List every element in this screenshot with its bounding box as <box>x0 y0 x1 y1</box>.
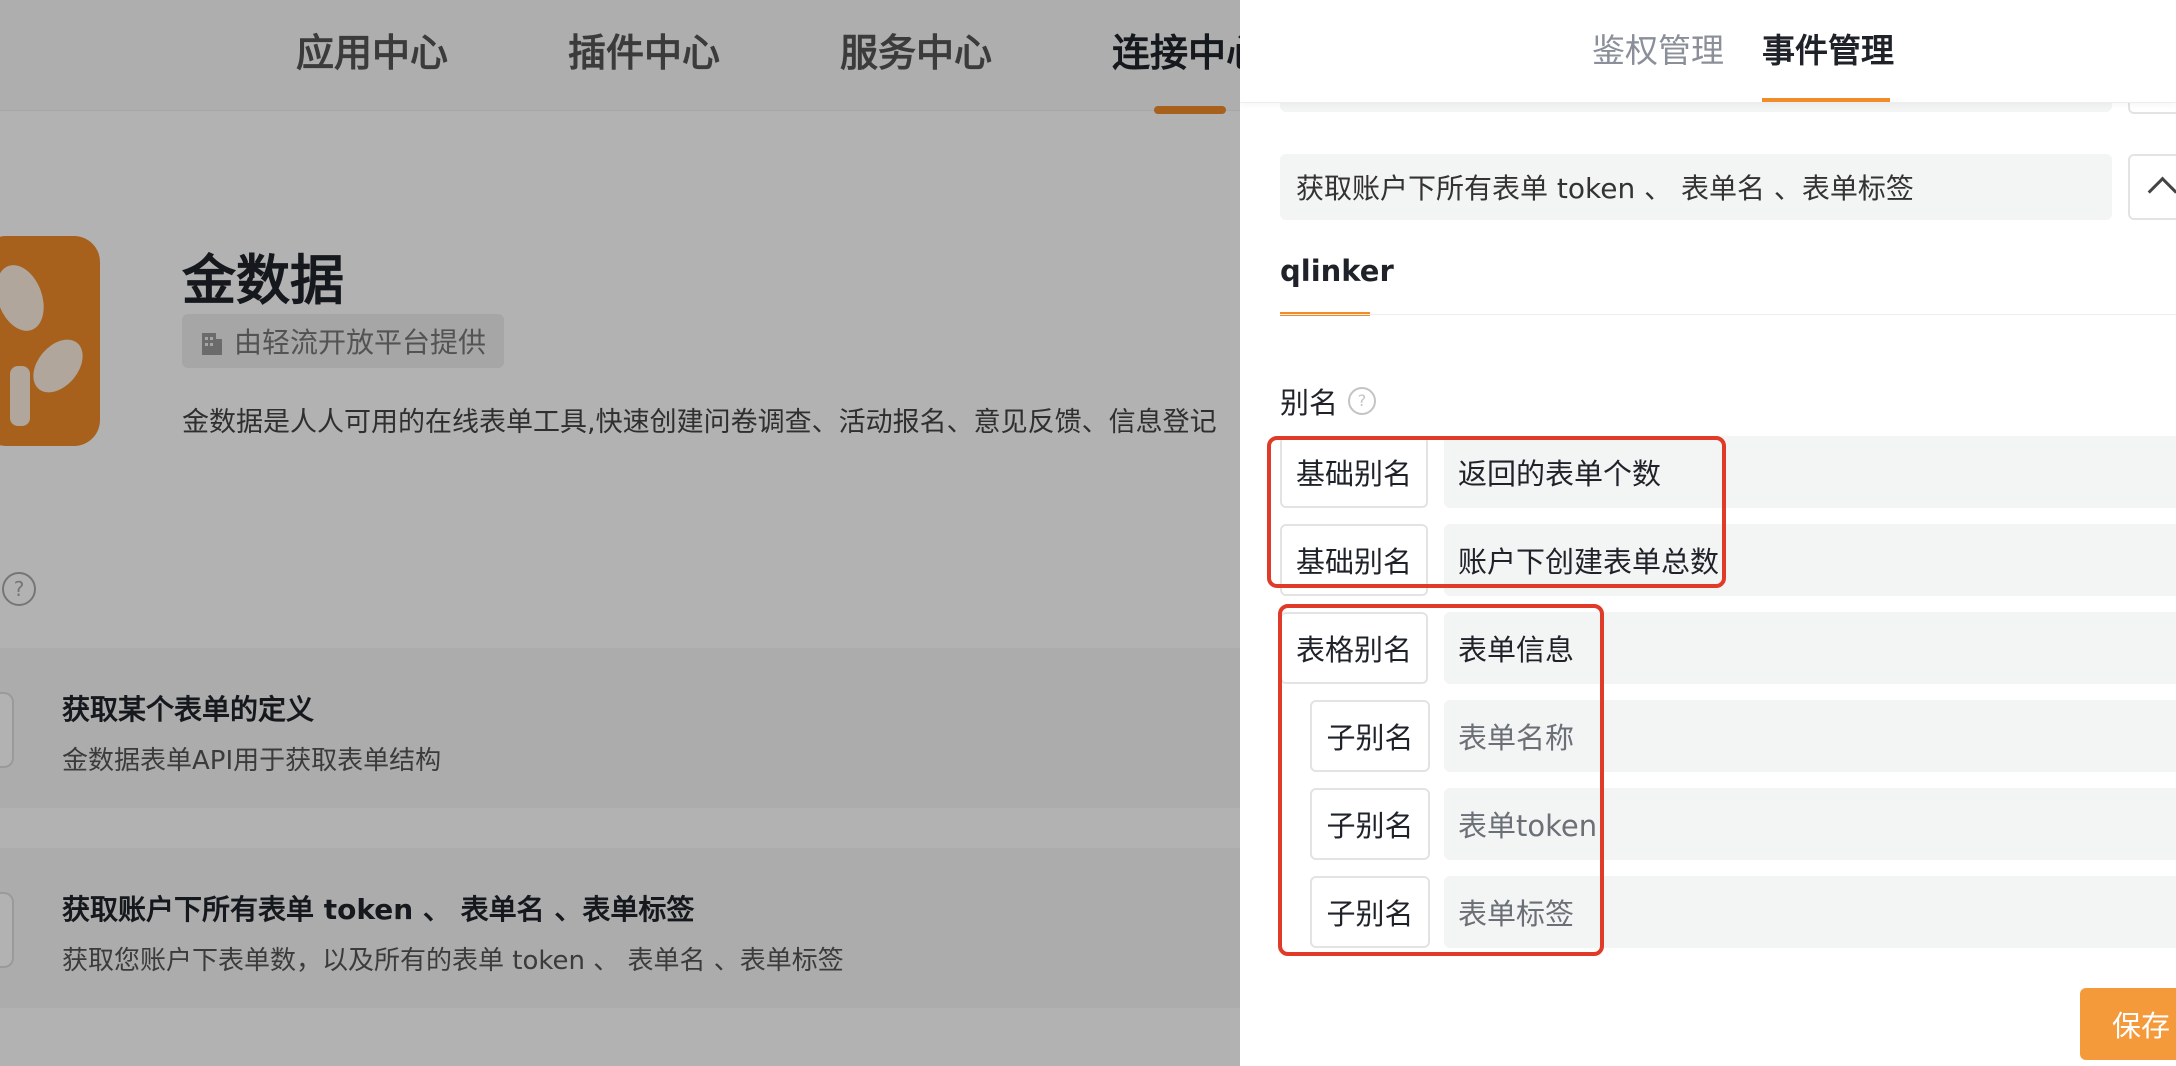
drawer-header: 鉴权管理 事件管理 <box>1240 0 2176 103</box>
alias-type-chip[interactable]: 子别名 <box>1310 788 1430 860</box>
event-name-field[interactable]: 获取账户下所有表单 token 、 表单名 、表单标签 <box>1280 154 2112 220</box>
question-icon[interactable]: ? <box>1348 387 1377 415</box>
alias-type-chip[interactable]: 子别名 <box>1310 700 1430 772</box>
alias-value-input[interactable]: 表单token <box>1444 788 2176 860</box>
alias-row: 基础别名 返回的表单个数 <box>0 436 2176 508</box>
save-button[interactable]: 保存 <box>2080 988 2176 1060</box>
alias-label-text: 别名 <box>1280 386 1339 420</box>
alias-row: 表格别名 表单信息 <box>0 612 2176 684</box>
alias-value-input[interactable]: 返回的表单个数 <box>1444 436 2176 508</box>
alias-type-chip[interactable]: 基础别名 <box>1280 524 1428 596</box>
tab-auth-management[interactable]: 鉴权管理 <box>1592 24 1724 72</box>
collapse-button[interactable] <box>2128 154 2176 220</box>
alias-type-chip[interactable]: 基础别名 <box>1280 436 1428 508</box>
alias-row: 基础别名 账户下创建表单总数 <box>0 524 2176 596</box>
alias-row: 子别名 表单标签 <box>0 876 2176 948</box>
alias-row: 子别名 表单token <box>0 788 2176 860</box>
alias-row: 子别名 表单名称 <box>0 700 2176 772</box>
alias-type-chip[interactable]: 表格别名 <box>1280 612 1428 684</box>
tab-event-management[interactable]: 事件管理 <box>1762 24 1894 72</box>
alias-value-input[interactable]: 表单信息 <box>1444 612 2176 684</box>
tab-active-indicator <box>1762 98 1890 102</box>
divider <box>1280 314 2176 315</box>
alias-type-chip[interactable]: 子别名 <box>1310 876 1430 948</box>
alias-value-input[interactable]: 账户下创建表单总数 <box>1444 524 2176 596</box>
alias-value-input[interactable]: 表单名称 <box>1444 700 2176 772</box>
tab-qlinker[interactable]: qlinker <box>1280 254 1394 288</box>
alias-value-input[interactable]: 表单标签 <box>1444 876 2176 948</box>
alias-section-label: 别名 ? <box>1280 380 1377 422</box>
chevron-up-icon <box>2147 176 2176 207</box>
